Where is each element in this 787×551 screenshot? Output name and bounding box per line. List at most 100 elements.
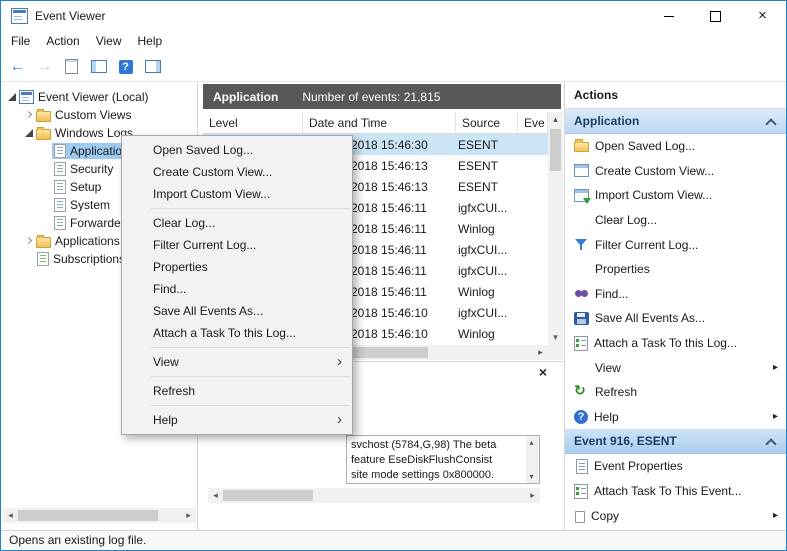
menu-item[interactable]: View xyxy=(88,31,130,52)
scroll-up-icon[interactable]: ▴ xyxy=(525,436,538,449)
forward-button[interactable] xyxy=(32,55,57,78)
action-item[interactable]: Filter Current Log... xyxy=(565,232,786,257)
preview-horizontal-scrollbar[interactable]: ◂ ▸ xyxy=(208,488,540,503)
tree-item-label: Applications a xyxy=(55,234,130,248)
scroll-thumb[interactable] xyxy=(223,490,313,501)
scroll-thumb[interactable] xyxy=(550,129,561,171)
action-item-label: Event Properties xyxy=(594,459,683,474)
action-item[interactable]: Open Saved Log... xyxy=(565,134,786,159)
tree-item[interactable]: Custom Views xyxy=(2,106,197,124)
tree-item-label: Event Viewer (Local) xyxy=(38,90,149,104)
actions-section-header-application[interactable]: Application xyxy=(565,109,786,134)
tree-expander-icon[interactable] xyxy=(40,217,52,229)
tree-expander-icon[interactable] xyxy=(40,145,52,157)
scroll-right-icon[interactable]: ▸ xyxy=(533,345,548,360)
context-menu-item[interactable] xyxy=(151,376,350,377)
action-item[interactable]: Find... xyxy=(565,282,786,307)
tree-item-label: Setup xyxy=(70,180,102,194)
context-menu-item[interactable]: View xyxy=(122,351,352,373)
action-item[interactable]: Attach a Task To this Log... xyxy=(565,331,786,356)
action-item[interactable]: Import Custom View... xyxy=(565,183,786,208)
show-console-tree-button[interactable] xyxy=(86,55,111,78)
context-menu-item[interactable]: Save All Events As... xyxy=(122,300,352,322)
context-menu-item[interactable]: Open Saved Log... xyxy=(122,139,352,161)
action-item[interactable]: Properties xyxy=(565,257,786,282)
tree-item-icon xyxy=(54,180,66,194)
submenu-arrow-icon xyxy=(337,409,342,431)
event-source-cell: Winlog xyxy=(458,284,495,299)
action-item[interactable]: Refresh xyxy=(565,380,786,405)
scroll-up-icon[interactable]: ▴ xyxy=(548,112,563,127)
column-header[interactable]: Date and Time xyxy=(303,112,456,133)
context-menu-item[interactable]: Clear Log... xyxy=(122,212,352,234)
context-menu-item[interactable]: Refresh xyxy=(122,380,352,402)
action-item[interactable]: Attach Task To This Event... xyxy=(565,479,786,504)
action-item[interactable]: Save All Events As... xyxy=(565,306,786,331)
menu-item[interactable]: Help xyxy=(130,31,171,52)
menu-item[interactable]: File xyxy=(3,31,38,52)
scroll-down-icon[interactable]: ▾ xyxy=(548,330,563,345)
back-button[interactable] xyxy=(5,55,30,78)
tree-expander-icon[interactable] xyxy=(40,199,52,211)
export-list-button[interactable] xyxy=(59,55,84,78)
action-item[interactable]: Event Properties xyxy=(565,454,786,479)
action-item[interactable]: View xyxy=(565,355,786,380)
collapse-section-icon[interactable] xyxy=(765,438,777,450)
context-menu-item[interactable]: Help xyxy=(122,409,352,431)
action-item[interactable]: Clear Log... xyxy=(565,208,786,233)
close-preview-icon[interactable] xyxy=(539,364,547,380)
action-item-label: Import Custom View... xyxy=(595,188,713,203)
menu-item[interactable]: Action xyxy=(38,31,87,52)
action-item[interactable]: Copy xyxy=(565,503,786,528)
action-item[interactable]: Help xyxy=(565,405,786,430)
actions-section-header-event[interactable]: Event 916, ESENT xyxy=(565,429,786,455)
tree-item[interactable]: Event Viewer (Local) xyxy=(2,88,197,106)
column-header[interactable]: Eve xyxy=(518,112,548,133)
action-item-icon xyxy=(574,238,589,251)
tree-expander-icon[interactable] xyxy=(6,91,18,103)
context-menu-item-label: Refresh xyxy=(153,384,196,398)
action-item[interactable]: Create Custom View... xyxy=(565,159,786,184)
maximize-button[interactable] xyxy=(692,1,739,31)
scroll-thumb[interactable] xyxy=(18,510,158,521)
context-menu-item[interactable]: Properties xyxy=(122,256,352,278)
column-header[interactable]: Source xyxy=(456,112,518,133)
column-header[interactable]: Level xyxy=(203,112,303,133)
context-menu-item[interactable] xyxy=(151,405,350,406)
action-item-icon xyxy=(574,188,591,204)
tree-expander-icon[interactable] xyxy=(23,127,35,139)
window-controls xyxy=(645,1,786,31)
tree-expander-icon[interactable] xyxy=(23,109,35,121)
scroll-down-icon[interactable]: ▾ xyxy=(525,470,538,483)
context-menu-item[interactable] xyxy=(151,208,350,209)
tree-expander-icon[interactable] xyxy=(23,235,35,247)
show-action-pane-button[interactable] xyxy=(140,55,165,78)
context-menu-item[interactable]: Import Custom View... xyxy=(122,183,352,205)
submenu-arrow-icon xyxy=(773,503,778,528)
context-menu-item[interactable]: Create Custom View... xyxy=(122,161,352,183)
event-source-cell: igfxCUI... xyxy=(458,305,508,320)
minimize-button[interactable] xyxy=(645,1,692,31)
scroll-left-icon[interactable]: ◂ xyxy=(208,488,223,503)
scroll-right-icon[interactable]: ▸ xyxy=(181,508,196,523)
event-source-cell: ESENT xyxy=(458,179,499,194)
collapse-section-icon[interactable] xyxy=(765,118,777,130)
tree-expander-icon[interactable] xyxy=(23,253,35,265)
action-item-icon xyxy=(576,458,588,474)
scroll-right-icon[interactable]: ▸ xyxy=(525,488,540,503)
description-vertical-scrollbar[interactable]: ▴ ▾ xyxy=(526,436,539,483)
scroll-left-icon[interactable]: ◂ xyxy=(3,508,18,523)
context-menu-item[interactable]: Find... xyxy=(122,278,352,300)
tree-horizontal-scrollbar[interactable]: ◂ ▸ xyxy=(3,508,196,523)
context-menu-item[interactable]: Filter Current Log... xyxy=(122,234,352,256)
context-menu-item[interactable]: Attach a Task To this Log... xyxy=(122,322,352,344)
close-button[interactable] xyxy=(739,1,786,31)
tree-expander-icon[interactable] xyxy=(40,181,52,193)
tree-expander-icon[interactable] xyxy=(40,163,52,175)
action-item-icon xyxy=(574,139,589,153)
event-description-line: svchost (5784,G,98) The beta feature Ese… xyxy=(351,439,497,466)
action-item-icon xyxy=(574,483,588,499)
context-menu-item[interactable] xyxy=(151,347,350,348)
help-button[interactable] xyxy=(113,55,138,78)
event-list-vertical-scrollbar[interactable]: ▴ ▾ xyxy=(548,112,563,345)
